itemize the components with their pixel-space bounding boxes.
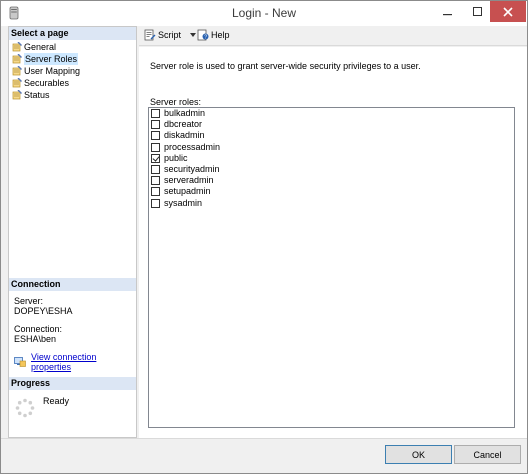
script-button[interactable]: Script	[144, 29, 197, 41]
page-item-general[interactable]: General	[9, 41, 136, 53]
role-row[interactable]: securityadmin	[149, 164, 514, 175]
page-item-user-mapping[interactable]: User Mapping	[9, 65, 136, 77]
page-item-securables[interactable]: Securables	[9, 77, 136, 89]
page-item-label: Status	[24, 90, 50, 100]
close-button[interactable]	[490, 1, 526, 22]
connection-header: Connection	[9, 278, 136, 291]
progress-status: Ready	[43, 396, 70, 406]
connection-value: ESHA\ben	[14, 334, 57, 344]
help-label: Help	[211, 30, 230, 40]
connection-label: Connection:	[14, 324, 63, 334]
maximize-icon	[472, 6, 482, 16]
progress-section: Progress Ready	[9, 377, 136, 430]
server-label: Server:	[14, 296, 44, 306]
view-link-label: View connection properties	[31, 352, 97, 372]
role-name: processadmin	[164, 141, 221, 152]
server-roles-list[interactable]: bulkadmin dbcreator diskadmin processadmin p…	[148, 107, 515, 428]
role-row[interactable]: public	[149, 153, 514, 164]
role-checkbox[interactable]	[151, 131, 160, 141]
page-description: Server role is used to grant server-wide…	[150, 61, 421, 71]
role-name: sysadmin	[164, 197, 203, 208]
role-row[interactable]: sysadmin	[149, 198, 514, 209]
cancel-button[interactable]: Cancel	[454, 445, 521, 464]
role-row[interactable]: serveradmin	[149, 175, 514, 186]
close-icon	[503, 6, 513, 17]
role-checkbox[interactable]	[151, 120, 160, 130]
page-icon	[12, 54, 22, 64]
left-panel: Select a page General Server Roles User …	[8, 26, 137, 438]
title-bar[interactable]: Login - New	[1, 1, 527, 26]
role-row[interactable]: bulkadmin	[149, 108, 514, 119]
role-name: dbcreator	[164, 119, 203, 130]
role-name: diskadmin	[164, 130, 205, 141]
page-item-label: Securables	[24, 78, 70, 88]
svg-text:?: ?	[204, 34, 207, 40]
chevron-down-icon[interactable]	[190, 33, 197, 37]
role-checkbox[interactable]	[151, 198, 160, 208]
page-item-label: General	[24, 42, 57, 52]
server-roles-page: Server role is used to grant server-wide…	[139, 47, 527, 438]
toolbar: Script ? Help	[139, 26, 527, 46]
page-icon	[12, 42, 22, 52]
ok-button[interactable]: OK	[385, 445, 452, 464]
script-icon	[144, 29, 156, 41]
role-row[interactable]: setupadmin	[149, 186, 514, 197]
minimize-button[interactable]	[432, 1, 463, 22]
role-row[interactable]: dbcreator	[149, 119, 514, 130]
select-page-header: Select a page	[9, 27, 136, 40]
server-value: DOPEY\ESHA	[14, 306, 73, 316]
script-label: Script	[158, 30, 182, 40]
role-checkbox[interactable]	[151, 109, 160, 119]
role-checkbox[interactable]	[151, 153, 160, 163]
role-name: public	[164, 152, 188, 163]
role-name: setupadmin	[164, 186, 211, 197]
role-checkbox[interactable]	[151, 165, 160, 175]
progress-header: Progress	[9, 377, 136, 390]
page-item-label: User Mapping	[24, 66, 81, 76]
minimize-icon	[442, 13, 452, 15]
server-roles-label: Server roles:	[150, 97, 202, 107]
role-checkbox[interactable]	[151, 142, 160, 152]
role-row[interactable]: diskadmin	[149, 130, 514, 141]
login-new-window: Login - New Select a page General Server…	[0, 0, 528, 474]
view-connection-properties-link[interactable]: View connection properties	[14, 352, 131, 372]
page-icon	[12, 78, 22, 88]
role-checkbox[interactable]	[151, 176, 160, 186]
connection-icon	[14, 357, 26, 367]
page-icon	[12, 66, 22, 76]
connection-section: Connection Server: DOPEY\ESHA Connection…	[9, 278, 136, 372]
spinner-icon	[15, 398, 35, 418]
page-item-status[interactable]: Status	[9, 89, 136, 101]
help-button[interactable]: ? Help	[197, 29, 230, 41]
maximize-button[interactable]	[462, 1, 493, 22]
page-item-server-roles[interactable]: Server Roles	[9, 53, 136, 65]
page-item-label: Server Roles	[24, 53, 79, 65]
help-icon: ?	[197, 29, 209, 40]
role-name: serveradmin	[164, 175, 214, 186]
role-name: bulkadmin	[164, 108, 206, 119]
role-checkbox[interactable]	[151, 187, 160, 197]
role-row[interactable]: processadmin	[149, 142, 514, 153]
page-list: General Server Roles User Mapping Secura…	[9, 40, 136, 101]
page-icon	[12, 90, 22, 100]
divider	[1, 438, 527, 439]
role-name: securityadmin	[164, 164, 220, 175]
